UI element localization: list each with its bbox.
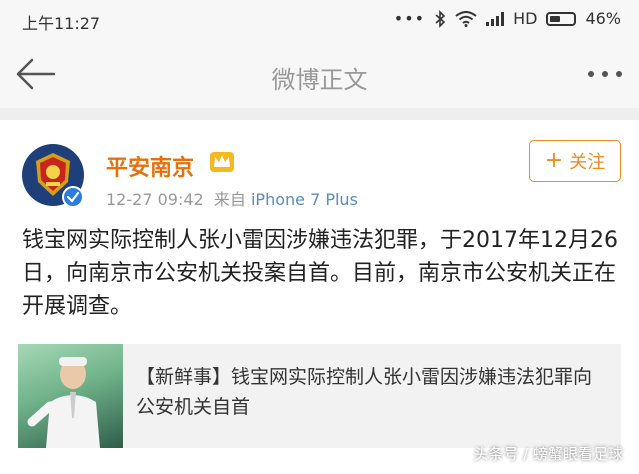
follow-button[interactable]: + 关注 (529, 140, 621, 182)
signal-icon (486, 11, 505, 26)
verified-badge-icon (62, 186, 84, 208)
username[interactable]: 平安南京 (106, 150, 194, 182)
more-notifications-icon: ••• (393, 9, 426, 28)
crown-badge-icon (210, 152, 234, 172)
post-timestamp: 12-27 09:42 (106, 190, 204, 209)
page-title: 微博正文 (271, 66, 368, 94)
more-dots-icon[interactable] (585, 60, 625, 88)
source-prefix: 来自 (213, 190, 246, 209)
post-meta: 12-27 09:42 来自 iPhone 7 Plus (106, 186, 358, 210)
link-thumbnail (18, 344, 123, 448)
post-text: 钱宝网实际控制人张小雷因涉嫌违法犯罪，于2017年12月26日，向南京市公安机关… (22, 228, 618, 319)
post-card: 平安南京 12-27 09:42 来自 iPhone 7 Plus + 关注 钱… (0, 120, 639, 474)
status-time: 上午11:27 (22, 14, 101, 33)
watermark: 头条号 / 螃蟹眼看足球 (473, 445, 623, 463)
post-source[interactable]: iPhone 7 Plus (251, 190, 358, 209)
link-card[interactable]: 【新鲜事】钱宝网实际控制人张小雷因涉嫌违法犯罪向公安机关自首 (18, 344, 621, 448)
network-label: HD (513, 9, 538, 28)
status-bar: 上午11:27 ••• HD 46% (0, 0, 639, 40)
status-icons: ••• HD 46% (394, 9, 621, 28)
follow-label: 关注 (569, 152, 606, 173)
plus-icon: + (544, 148, 564, 173)
bluetooth-icon (435, 9, 446, 28)
wifi-icon (455, 10, 477, 27)
nav-bar: 微博正文 (0, 40, 639, 108)
link-card-title: 【新鲜事】钱宝网实际控制人张小雷因涉嫌违法犯罪向公安机关自首 (136, 366, 593, 418)
battery-percent: 46% (585, 9, 621, 28)
section-divider (0, 108, 639, 120)
battery-icon (546, 11, 577, 26)
